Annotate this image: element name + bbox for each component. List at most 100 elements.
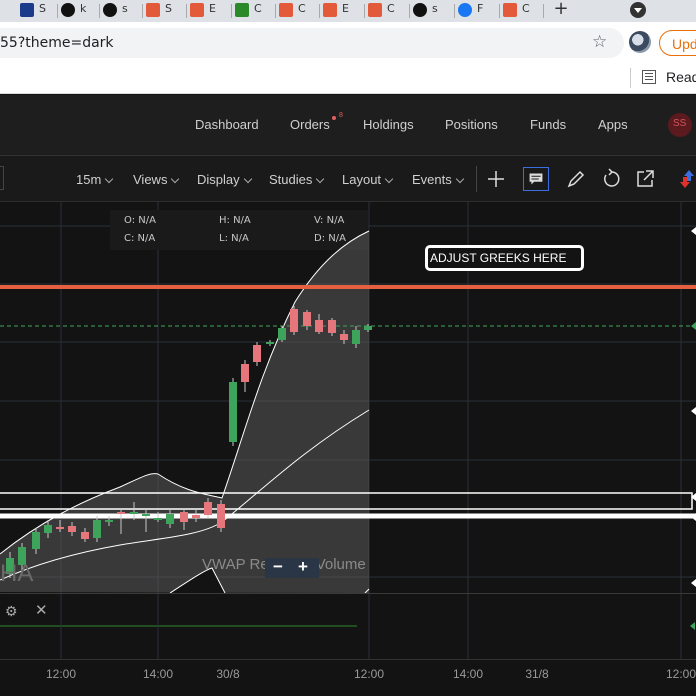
ohlc-close: C: N/A <box>124 233 155 244</box>
chevron-down-icon <box>171 174 180 184</box>
views-dropdown[interactable]: Views <box>133 172 180 187</box>
browser-tab[interactable]: F <box>455 0 500 22</box>
bookmark-star-icon[interactable]: ☆ <box>592 33 607 50</box>
github-icon <box>103 3 117 17</box>
reading-list-icon[interactable] <box>642 70 656 84</box>
candle-body <box>44 525 52 533</box>
zoom-in-button[interactable]: + <box>298 557 308 577</box>
comment-icon[interactable] <box>523 167 549 191</box>
user-avatar[interactable]: SS <box>668 113 692 137</box>
buy-sell-arrows-icon[interactable] <box>676 168 696 190</box>
candle-body <box>328 320 336 333</box>
browser-tab[interactable]: C <box>276 0 320 22</box>
browser-tab[interactable]: C <box>365 0 410 22</box>
candle-body <box>315 320 323 332</box>
chevron-down-icon <box>455 174 464 184</box>
browser-tab-label: F <box>477 2 484 15</box>
candle-body <box>68 526 76 532</box>
candle-body <box>266 342 274 344</box>
time-tick: 12:00 <box>665 667 696 681</box>
browser-tab[interactable]: C <box>500 0 544 22</box>
browser-tab-strip: Sk s S E C C E Cs F C <box>0 0 696 22</box>
interval-dropdown[interactable]: 15m <box>76 172 114 187</box>
ohlc-open: O: N/A <box>124 215 156 226</box>
candle-body <box>180 512 188 522</box>
ohlc-change: D: N/A <box>314 233 346 244</box>
nav-positions[interactable]: Positions <box>445 117 498 132</box>
chart-canvas[interactable] <box>0 202 696 659</box>
browser-tab[interactable]: k <box>58 0 100 22</box>
update-button[interactable]: Upd <box>659 30 696 56</box>
toolbar-divider <box>476 166 477 192</box>
adjust-greeks-button[interactable]: ADJUST GREEKS HERE <box>425 245 584 271</box>
kite-icon <box>323 3 337 17</box>
browser-tab[interactable]: S <box>17 0 58 22</box>
price-chart[interactable]: O: N/A H: N/A V: N/A C: N/A L: N/A D: N/… <box>0 202 696 659</box>
nav-funds[interactable]: Funds <box>530 117 566 132</box>
browser-tab[interactable]: s <box>410 0 455 22</box>
nav-holdings[interactable]: Holdings <box>363 117 414 132</box>
ohlc-close-label: C: <box>124 233 135 244</box>
vwap-label-tail: Volume <box>315 556 366 573</box>
candle-body <box>217 504 225 528</box>
nav-apps[interactable]: Apps <box>598 117 628 132</box>
candle-body <box>32 532 40 549</box>
instrument-search-box[interactable] <box>0 166 4 190</box>
browser-tab[interactable]: C <box>232 0 276 22</box>
facebook-icon <box>458 3 472 17</box>
browser-tab-label: k <box>80 2 87 15</box>
url-field[interactable]: 55?theme=dark <box>0 28 624 58</box>
browser-tab[interactable]: E <box>320 0 365 22</box>
candle-body <box>142 514 150 516</box>
chart-icon <box>20 3 34 17</box>
reading-list-label[interactable]: Read <box>666 69 696 85</box>
vwap-label-head: VWAP Re <box>202 556 269 573</box>
share-icon[interactable] <box>634 168 656 190</box>
events-dropdown[interactable]: Events <box>412 172 464 187</box>
ohlc-open-value: N/A <box>138 215 156 226</box>
chart-toolbar: 15m Views Display Studies Layout Events <box>0 156 696 202</box>
ohlc-close-value: N/A <box>137 233 156 244</box>
candle-body <box>253 345 261 362</box>
events-label: Events <box>412 172 452 187</box>
new-tab-button[interactable]: + <box>550 0 572 20</box>
display-dropdown[interactable]: Display <box>197 172 252 187</box>
browser-tab-label: E <box>209 2 216 15</box>
chevron-down-icon <box>243 174 252 184</box>
crosshair-icon[interactable] <box>485 168 507 190</box>
zoom-out-button[interactable]: − <box>273 557 283 577</box>
tab-search-icon[interactable] <box>630 2 646 18</box>
address-bar: 55?theme=dark ☆ <box>0 22 696 62</box>
pencil-icon[interactable] <box>565 168 587 190</box>
candle-body <box>241 364 249 382</box>
views-label: Views <box>133 172 168 187</box>
profile-avatar[interactable] <box>629 31 651 53</box>
nav-orders[interactable]: Orders <box>290 117 330 132</box>
kite-icon <box>279 3 293 17</box>
browser-tab[interactable]: E <box>187 0 232 22</box>
undo-icon[interactable] <box>600 168 622 190</box>
browser-tab-label: C <box>387 2 395 15</box>
ohlc-high-label: H: <box>219 215 230 226</box>
orders-badge: 8 <box>339 112 343 119</box>
ohlc-change-value: N/A <box>328 233 346 244</box>
studies-dropdown[interactable]: Studies <box>269 172 325 187</box>
candle-body <box>56 527 64 529</box>
candle-body <box>154 518 162 520</box>
browser-tab-label: S <box>165 2 172 15</box>
level-marker <box>691 579 696 587</box>
ohlc-low-label: L: <box>219 233 228 244</box>
layout-dropdown[interactable]: Layout <box>342 172 394 187</box>
tab-separator <box>543 4 544 18</box>
candle-body <box>166 514 174 524</box>
zoom-control: − + <box>265 557 319 578</box>
level-marker <box>691 407 696 415</box>
nav-dashboard[interactable]: Dashboard <box>195 117 259 132</box>
ohlc-low-value: N/A <box>231 233 249 244</box>
browser-tab[interactable]: S <box>143 0 187 22</box>
browser-tab-label: C <box>254 2 262 15</box>
td-icon <box>235 3 249 17</box>
browser-tab[interactable]: s <box>100 0 143 22</box>
ohlc-volume-value: N/A <box>326 215 345 226</box>
candle-body <box>192 515 200 518</box>
